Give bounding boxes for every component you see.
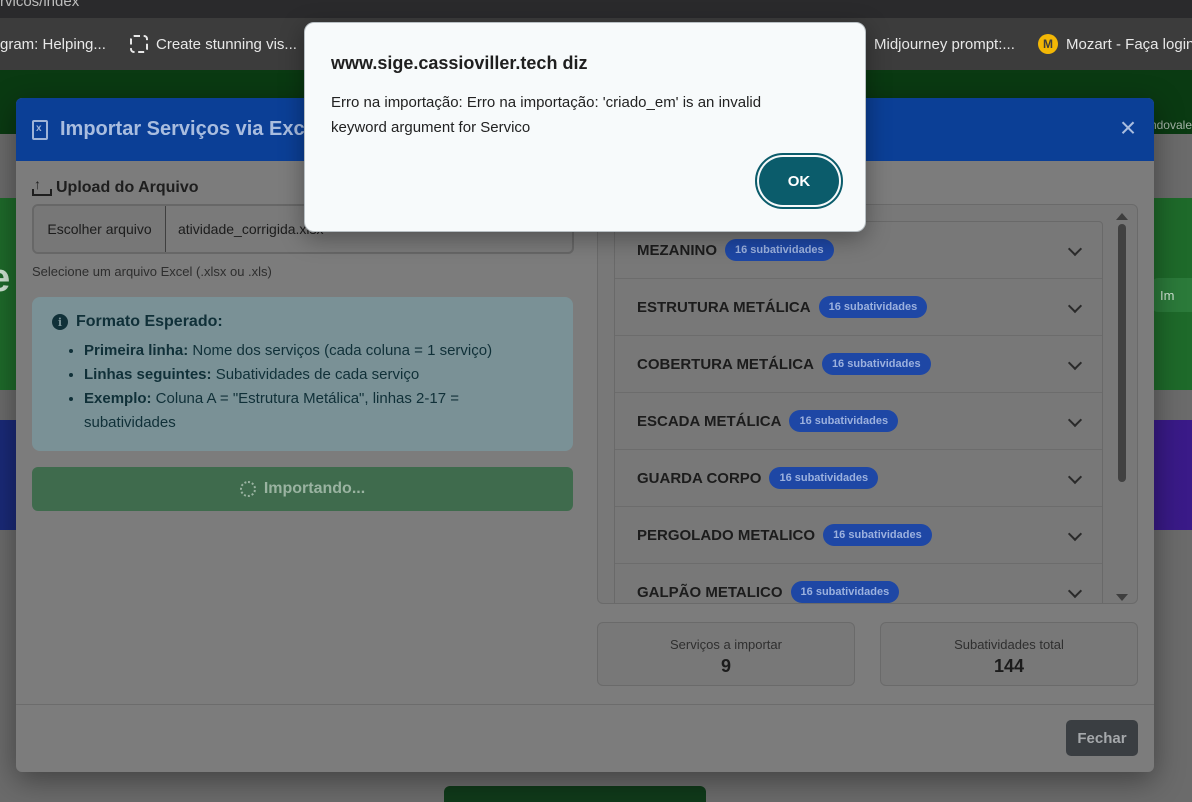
services-accordion: MEZANINO 16 subatividades ESTRUTURA METÁ… [614, 221, 1103, 603]
upload-icon [32, 176, 52, 196]
subactivities-badge: 16 subatividades [821, 353, 931, 375]
bookmark-label: Create stunning vis... [156, 35, 297, 53]
scroll-down-arrow-icon[interactable] [1116, 594, 1128, 601]
info-item: Linhas seguintes: Subatividades de cada … [84, 363, 553, 387]
bookmark-label: Mozart - Faça login [1066, 35, 1192, 53]
mozart-logo-icon: M [1038, 34, 1058, 54]
service-item[interactable]: ESTRUTURA METÁLICA 16 subatividades [615, 279, 1102, 336]
scroll-up-arrow-icon[interactable] [1116, 213, 1128, 220]
service-name: ESTRUTURA METÁLICA [637, 298, 811, 316]
services-preview-panel: MEZANINO 16 subatividades ESTRUTURA METÁ… [597, 204, 1138, 604]
import-button[interactable]: Importando... [32, 467, 573, 511]
chevron-down-icon[interactable] [1067, 298, 1083, 314]
selected-file-name: atividade_corrigida.xlsx [178, 221, 324, 237]
service-name: PERGOLADO METALICO [637, 526, 816, 544]
modal-close-button[interactable]: × [1116, 114, 1140, 142]
services-scrollbar[interactable] [1115, 209, 1129, 601]
alert-title: www.sige.cassioviller.tech diz [331, 53, 588, 73]
bookmark-label: Midjourney prompt:... [874, 35, 1015, 53]
spinner-icon [239, 481, 256, 497]
stat-value: 144 [993, 656, 1025, 676]
subactivities-badge: 16 subatividades [823, 524, 932, 546]
info-icon: i [52, 314, 68, 330]
bookmark-midjourney[interactable]: Midjourney prompt:... [874, 18, 1015, 70]
stat-label: Subatividades total [954, 637, 1064, 652]
page-hero-text: e [0, 256, 10, 301]
close-button[interactable]: Fechar [1066, 720, 1138, 756]
chevron-down-icon[interactable] [1067, 355, 1083, 371]
expected-format-info: i Formato Esperado: Primeira linha: Nome… [32, 297, 573, 451]
service-item[interactable]: COBERTURA METÁLICA 16 subatividades [615, 336, 1102, 393]
service-item[interactable]: GUARDA CORPO 16 subatividades [615, 450, 1102, 507]
info-item: Exemplo: Coluna A = "Estrutura Metálica"… [84, 387, 553, 435]
chevron-down-icon[interactable] [1067, 583, 1083, 599]
page-user-text: ndovale [1149, 118, 1192, 132]
service-name: ESCADA METÁLICA [637, 412, 782, 430]
service-name: GALPÃO METALICO [637, 583, 783, 601]
excel-file-icon [32, 119, 48, 140]
service-name: COBERTURA METÁLICA [637, 355, 814, 373]
modal-title: Importar Serviços via Excel [60, 118, 322, 140]
bookmark-mozart[interactable]: M Mozart - Faça login [1038, 18, 1192, 70]
import-button-label: Importando... [263, 480, 366, 497]
info-list: Primeira linha: Nome dos serviços (cada … [52, 339, 553, 435]
info-title-text: Formato Esperado: [76, 313, 223, 330]
alert-message: Erro na importação: Erro na importação: … [331, 94, 762, 136]
info-title: i Formato Esperado: [52, 313, 553, 331]
choose-file-button[interactable]: Escolher arquivo [34, 206, 166, 252]
stat-subactivities-total: Subatividades total 144 [880, 622, 1138, 686]
stat-label: Serviços a importar [670, 637, 782, 652]
chevron-down-icon[interactable] [1067, 469, 1083, 485]
alert-dialog: www.sige.cassioviller.tech diz Erro na i… [304, 22, 866, 232]
bookmark-label: gram: Helping... [0, 35, 106, 53]
chevron-down-icon[interactable] [1067, 526, 1083, 542]
bookmark-instagram[interactable]: gram: Helping... [0, 18, 106, 70]
page-bottom-button [444, 786, 706, 802]
ok-button[interactable]: OK [755, 153, 843, 209]
service-item[interactable]: ESCADA METÁLICA 16 subatividades [615, 393, 1102, 450]
modal-footer-divider [16, 704, 1154, 705]
subactivities-badge: 16 subatividades [769, 467, 879, 489]
service-name: MEZANINO [637, 241, 717, 259]
service-item[interactable]: PERGOLADO METALICO 16 subatividades [615, 507, 1102, 564]
chevron-down-icon[interactable] [1067, 241, 1083, 257]
service-item[interactable]: GALPÃO METALICO 16 subatividades [615, 564, 1102, 603]
subactivities-badge: 16 subatividades [789, 410, 899, 432]
file-help-text: Selecione um arquivo Excel (.xlsx ou .xl… [32, 264, 272, 279]
service-name: GUARDA CORPO [637, 469, 762, 487]
chevron-down-icon[interactable] [1067, 412, 1083, 428]
frame-icon [130, 35, 148, 53]
subactivities-badge: 16 subatividades [818, 296, 928, 318]
address-bar-fragment: rvicos/index [0, 0, 1192, 18]
stat-services-to-import: Serviços a importar 9 [597, 622, 855, 686]
subactivities-badge: 16 subatividades [725, 239, 834, 261]
scroll-thumb[interactable] [1118, 224, 1126, 482]
upload-label-text: Upload do Arquivo [56, 179, 199, 196]
subactivities-badge: 16 subatividades [790, 581, 900, 603]
stat-value: 9 [720, 656, 731, 676]
page-import-button: Im [1152, 278, 1192, 312]
info-item: Primeira linha: Nome dos serviços (cada … [84, 339, 553, 363]
bookmark-create-stunning[interactable]: Create stunning vis... [130, 18, 297, 70]
